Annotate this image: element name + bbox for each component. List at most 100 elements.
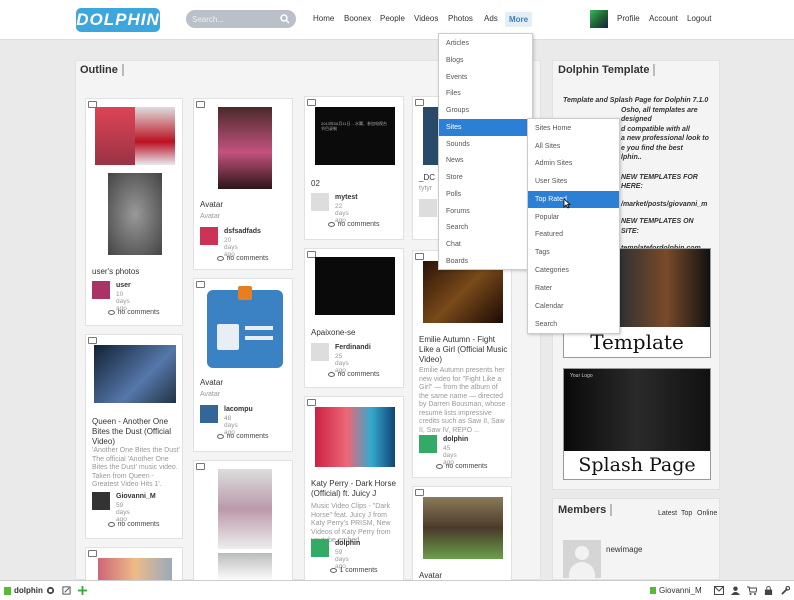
card-title[interactable]: Avatar	[200, 200, 223, 210]
comment-icon	[328, 221, 336, 227]
menu-item-sounds[interactable]: Sounds	[439, 136, 532, 153]
card-katy-perry[interactable]: Katy Perry - Dark Horse (Official) ft. J…	[304, 396, 404, 580]
card-users-photos[interactable]: user's photos user 10 days ago no comment…	[85, 98, 183, 326]
menu-item-groups[interactable]: Groups	[439, 102, 532, 119]
card-subtitle: Avatar	[200, 391, 221, 398]
menu-item-boards[interactable]: Boards	[439, 253, 532, 270]
menu-item-search[interactable]: Search	[439, 219, 532, 236]
sites-submenu: Sites Home All Sites Admin Sites User Si…	[527, 118, 620, 334]
site-logo[interactable]: DOLPHIN	[76, 8, 160, 32]
comments-link[interactable]: no comments	[305, 371, 403, 378]
dolphin-menu[interactable]: dolphin	[14, 586, 43, 595]
members-tab-latest[interactable]: Latest	[658, 510, 677, 517]
card-apaixone[interactable]: Apaixone-se Ferdinandi 25 days ago no com…	[304, 248, 404, 388]
menu-item-news[interactable]: News	[439, 152, 532, 169]
card-title[interactable]: Katy Perry - Dark Horse (Official) ft. J…	[311, 479, 401, 499]
menu-item-store[interactable]: Store	[439, 169, 532, 186]
add-icon[interactable]	[78, 586, 87, 595]
comment-icon	[108, 309, 116, 315]
video-icon	[88, 337, 97, 344]
card-title[interactable]: _DC	[419, 173, 435, 183]
submenu-all-sites[interactable]: All Sites	[528, 138, 619, 155]
edit-icon[interactable]	[62, 586, 71, 595]
comments-link[interactable]: no comments	[413, 463, 511, 470]
card-partial[interactable]	[85, 547, 183, 581]
submenu-featured[interactable]: Featured	[528, 226, 619, 243]
nav-home[interactable]: Home	[313, 14, 334, 23]
submenu-top-rated[interactable]: Top Rated	[528, 191, 619, 208]
dolphin-icon[interactable]	[4, 587, 11, 595]
menu-item-articles[interactable]: Articles	[439, 35, 532, 52]
card-video-02[interactable]: 2013年06月11日... 水翼、参加电视台节目录制 02 mytest 22 …	[304, 96, 404, 240]
menu-item-chat[interactable]: Chat	[439, 236, 532, 253]
comments-link[interactable]: 1 comments	[305, 567, 403, 574]
submenu-admin-sites[interactable]: Admin Sites	[528, 155, 619, 172]
comments-link[interactable]: no comments	[86, 309, 182, 316]
cart-icon[interactable]	[747, 586, 757, 595]
submenu-categories[interactable]: Categories	[528, 262, 619, 279]
photo-icon	[415, 489, 424, 496]
menu-item-events[interactable]: Events	[439, 69, 532, 86]
card-subtitle: tytyr	[419, 185, 433, 192]
comments-link[interactable]: no comments	[194, 433, 292, 440]
nav-photos[interactable]: Photos	[448, 14, 473, 23]
nav-more[interactable]: More	[505, 12, 532, 27]
splash-preview[interactable]: Your Logo Splash Page	[563, 368, 711, 480]
photo-icon	[88, 550, 97, 557]
nav-videos[interactable]: Videos	[414, 14, 438, 23]
members-tab-online[interactable]: Online	[697, 510, 717, 517]
nav-ads[interactable]: Ads	[484, 14, 498, 23]
member-name[interactable]: newimage	[606, 545, 642, 554]
search-input[interactable]	[192, 13, 278, 25]
card-emilie-autumn[interactable]: Emilie Autumn - Fight Like a Girl (Offic…	[412, 250, 512, 478]
account-link[interactable]: Account	[649, 14, 678, 23]
card-title[interactable]: 02	[311, 179, 320, 189]
submenu-search[interactable]: Search	[528, 316, 619, 333]
avatar	[311, 193, 329, 211]
wrench-icon[interactable]	[781, 586, 790, 595]
user-icon[interactable]	[731, 586, 740, 595]
menu-item-files[interactable]: Files	[439, 85, 532, 102]
submenu-user-sites[interactable]: User Sites	[528, 173, 619, 190]
mouse-cursor-icon	[563, 198, 571, 209]
menu-item-sites[interactable]: Sites	[439, 119, 532, 136]
footer-username[interactable]: Giovanni_M	[659, 586, 702, 595]
comments-link[interactable]: no comments	[194, 255, 292, 262]
members-tab-top[interactable]: Top	[681, 510, 692, 517]
submenu-popular[interactable]: Popular	[528, 209, 619, 226]
card-title[interactable]: user's photos	[92, 267, 139, 277]
card-title[interactable]: Queen - Another One Bites the Dust (Offi…	[92, 417, 180, 447]
card-avatar-2[interactable]: Avatar Avatar lacompu 48 days ago no comm…	[193, 278, 293, 452]
comments-link[interactable]: no comments	[86, 521, 182, 528]
lock-icon[interactable]	[764, 586, 773, 595]
nav-people[interactable]: People	[380, 14, 405, 23]
mail-icon[interactable]	[714, 586, 724, 595]
menu-item-blogs[interactable]: Blogs	[439, 52, 532, 69]
submenu-tags[interactable]: Tags	[528, 244, 619, 261]
comments-link[interactable]: no comments	[305, 221, 403, 228]
gear-icon[interactable]	[46, 586, 55, 595]
card-avatar-1[interactable]: Avatar Avatar dsfsadfads 20 days ago no c…	[193, 98, 293, 270]
card-partial-2[interactable]	[193, 460, 293, 581]
user-avatar[interactable]	[590, 10, 608, 28]
card-title[interactable]: Emilie Autumn - Fight Like a Girl (Offic…	[419, 335, 509, 365]
logout-link[interactable]: Logout	[687, 14, 711, 23]
card-title[interactable]: Avatar	[200, 378, 223, 388]
card-queen-video[interactable]: Queen - Another One Bites the Dust (Offi…	[85, 334, 183, 539]
avatar	[200, 227, 218, 245]
member-avatar[interactable]	[563, 540, 601, 578]
card-avatar-3[interactable]: Avatar	[412, 486, 512, 580]
search-icon[interactable]	[280, 14, 290, 24]
photo-thumb	[135, 107, 175, 165]
menu-item-polls[interactable]: Polls	[439, 186, 532, 203]
submenu-rater[interactable]: Rater	[528, 280, 619, 297]
menu-item-forums[interactable]: Forums	[439, 203, 532, 220]
submenu-calendar[interactable]: Calendar	[528, 298, 619, 315]
submenu-sites-home[interactable]: Sites Home	[528, 120, 619, 137]
video-icon	[307, 399, 316, 406]
splash-label: Splash Page	[564, 451, 710, 479]
video-thumb	[315, 407, 395, 467]
profile-link[interactable]: Profile	[617, 14, 640, 23]
card-title[interactable]: Apaixone-se	[311, 328, 355, 338]
nav-boonex[interactable]: Boonex	[344, 14, 371, 23]
